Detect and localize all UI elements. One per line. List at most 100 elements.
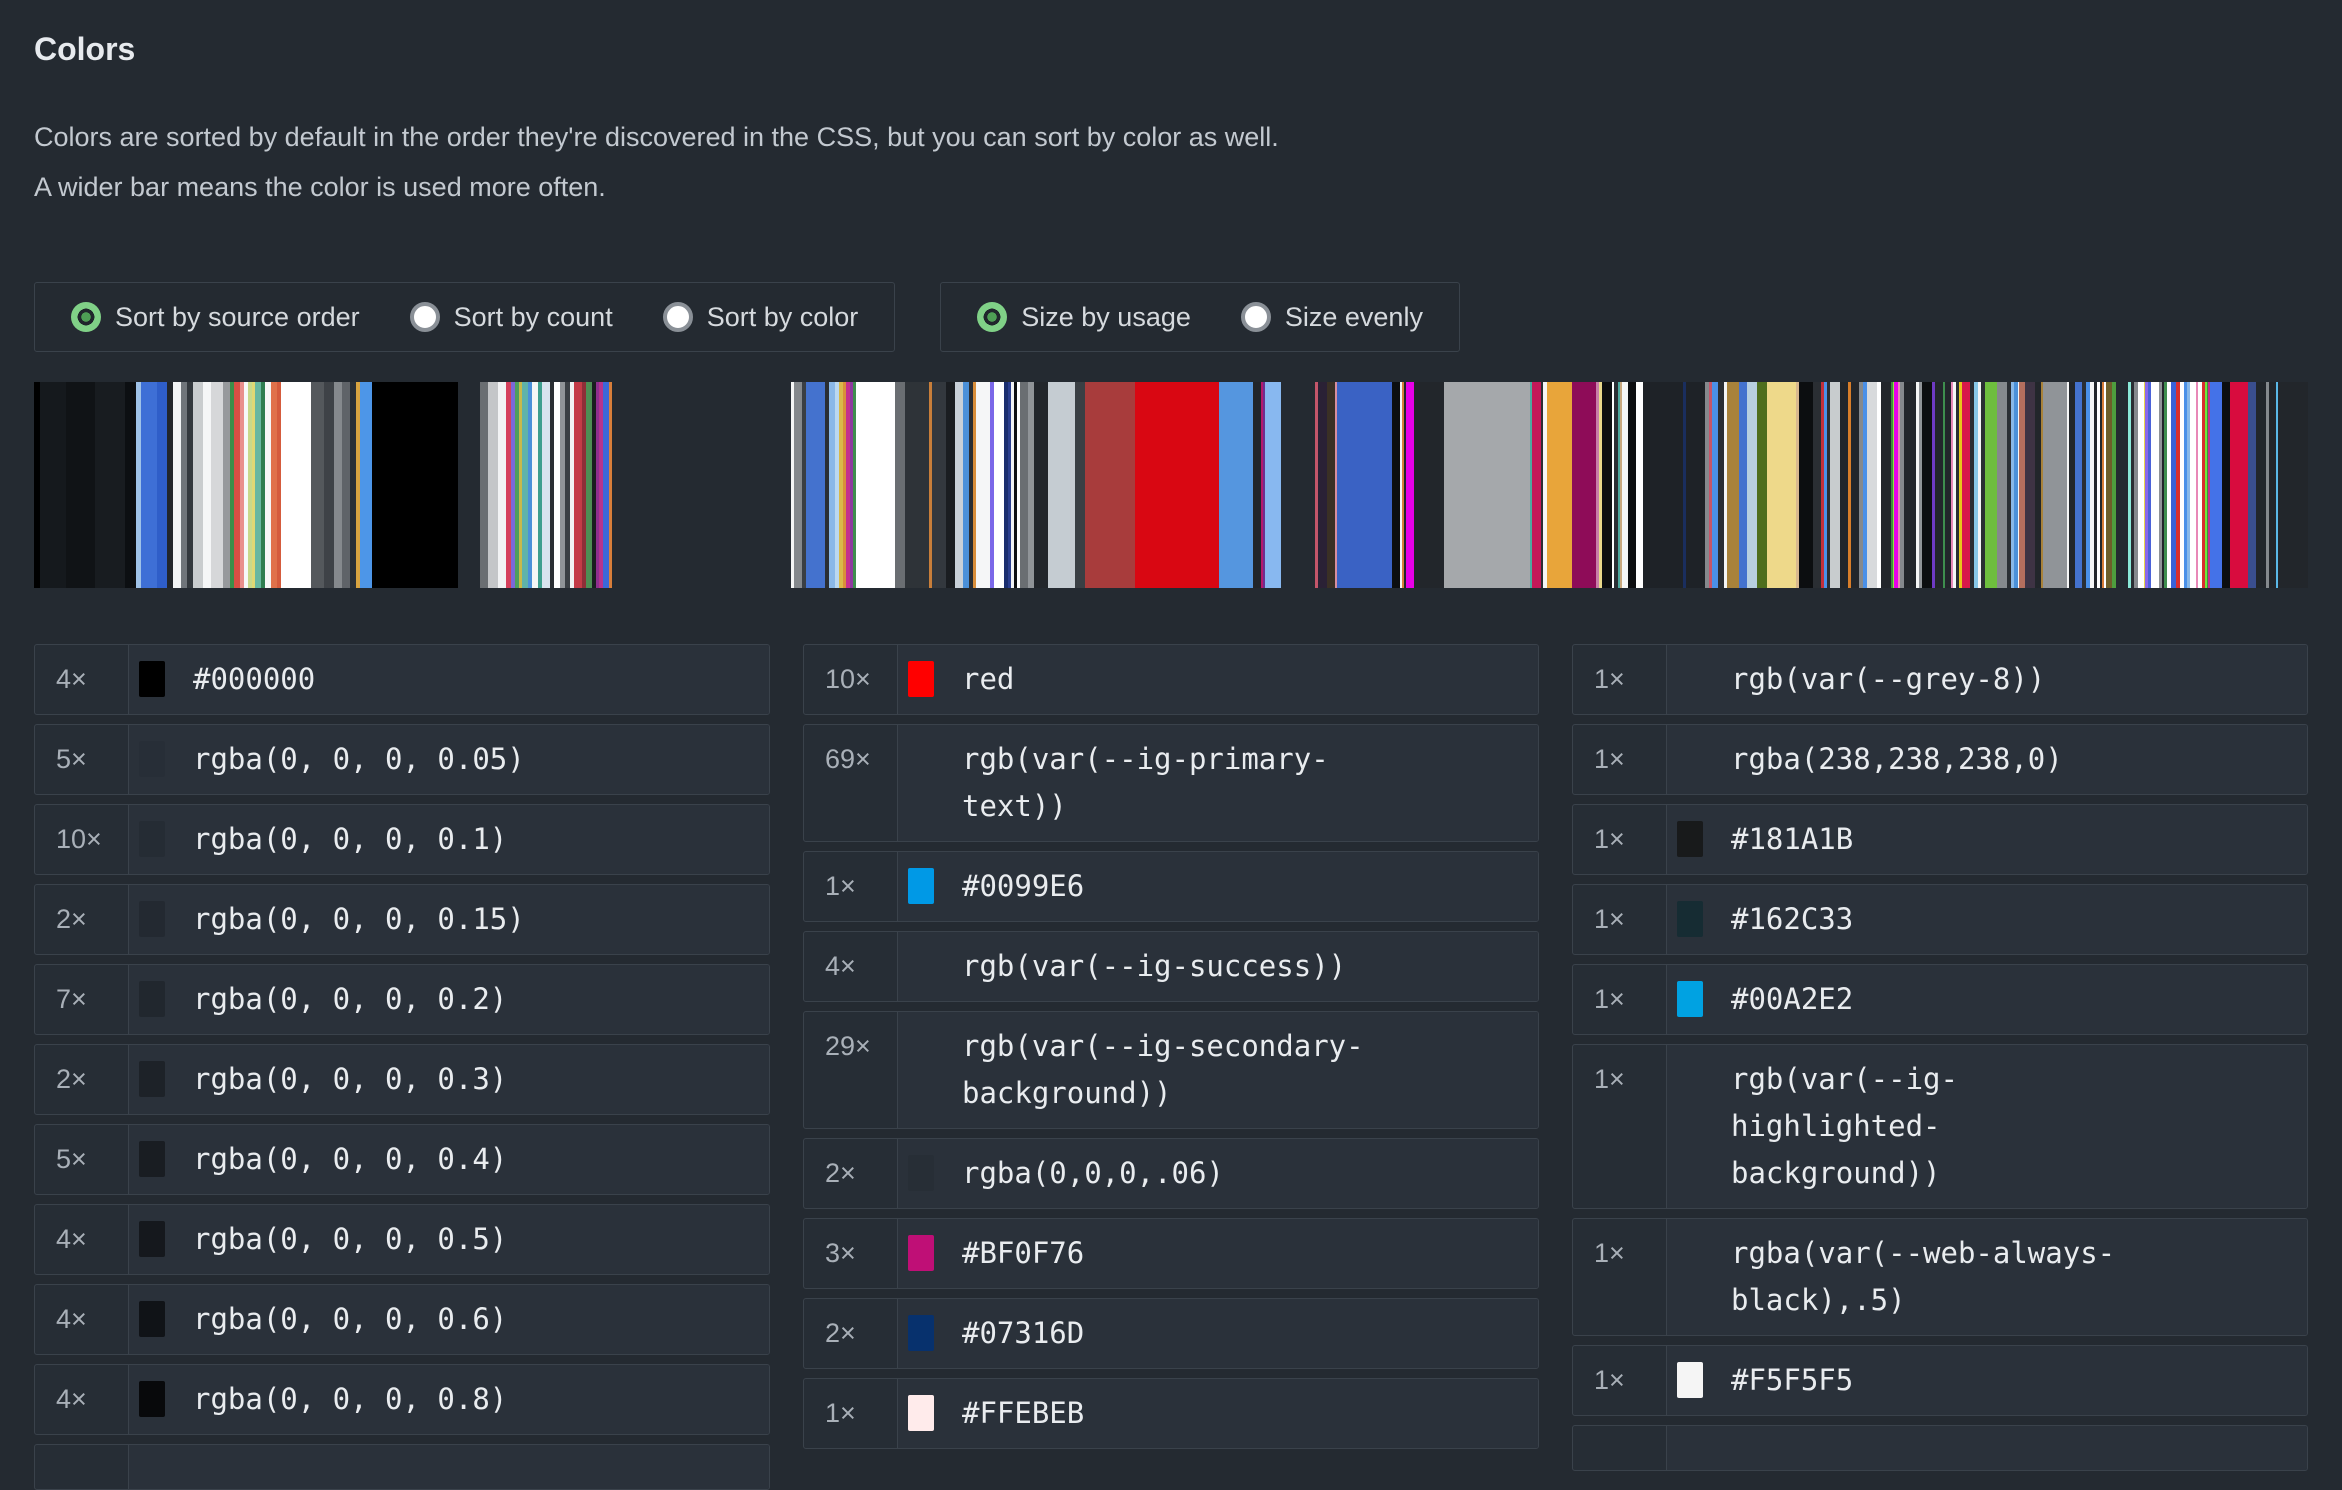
color-stripe — [2075, 382, 2083, 588]
color-value-cell: red — [898, 645, 1538, 714]
color-value: rgba(0, 0, 0, 0.05) — [193, 736, 605, 783]
radio-option-size-evenly[interactable]: Size evenly — [1241, 302, 1423, 333]
color-value-cell: rgba(0,0,0,.06) — [898, 1139, 1538, 1208]
radio-option-sort-by-color[interactable]: Sort by color — [663, 302, 859, 333]
color-value: #00A2E2 — [1731, 976, 2143, 1023]
color-count: 1× — [1573, 1219, 1667, 1335]
color-value: red — [962, 656, 1374, 703]
color-swatch — [139, 1141, 165, 1177]
color-value-cell: #FFEBEB — [898, 1379, 1538, 1448]
color-value-cell: rgba(0, 0, 0, 0.4) — [129, 1125, 769, 1194]
color-row: 1× #00A2E2 — [1572, 964, 2308, 1035]
color-stripe — [1547, 382, 1572, 588]
color-swatch — [908, 1315, 934, 1351]
color-swatch — [1677, 1362, 1703, 1398]
color-stripe — [1020, 382, 1028, 588]
color-count: 1× — [1573, 725, 1667, 794]
color-column-1: 4×#0000005×rgba(0, 0, 0, 0.05)10×rgba(0,… — [34, 644, 770, 1490]
color-stripe — [311, 382, 325, 588]
color-stripe — [1739, 382, 1747, 588]
color-row: 2×#07316D — [803, 1298, 1539, 1369]
color-stripe — [1532, 382, 1541, 588]
color-row: 5×rgba(0, 0, 0, 0.05) — [34, 724, 770, 795]
color-stripe — [1406, 382, 1414, 588]
color-stripe — [141, 382, 157, 588]
color-value: rgba(0,0,0,.06) — [962, 1150, 1374, 1197]
color-count: 1× — [1573, 965, 1667, 1034]
color-usage-bar — [34, 382, 2308, 588]
radio-selected-icon[interactable] — [977, 302, 1007, 332]
color-stripe — [1636, 382, 1644, 588]
color-stripe — [1253, 382, 1261, 588]
radio-option-label: Sort by source order — [115, 302, 360, 333]
radio-unselected-icon[interactable] — [410, 302, 440, 332]
color-stripe — [125, 382, 137, 588]
page-title: Colors — [34, 26, 2308, 72]
color-value-cell — [1667, 1426, 2307, 1470]
color-stripe — [1830, 382, 1840, 588]
controls-row: Sort by source order Sort by count Sort by… — [34, 282, 2308, 352]
color-row-partial — [34, 1444, 770, 1490]
color-value-cell: #07316D — [898, 1299, 1538, 1368]
radio-unselected-icon[interactable] — [663, 302, 693, 332]
color-count: 1× — [1573, 645, 1667, 714]
radio-option-sort-by-source-order[interactable]: Sort by source order — [71, 302, 360, 333]
color-value-cell: rgba(0, 0, 0, 0.2) — [129, 965, 769, 1034]
color-swatch — [1677, 741, 1703, 777]
color-value: rgb(var(--grey-8)) — [1731, 656, 2143, 703]
color-count — [1573, 1426, 1667, 1470]
color-column-3: 1×rgb(var(--grey-8))1×rgba(238,238,238,0… — [1572, 644, 2308, 1471]
color-stripe — [498, 382, 506, 588]
color-count: 4× — [35, 1205, 129, 1274]
color-count: 1× — [1573, 1045, 1667, 1208]
color-swatch — [908, 1155, 934, 1191]
color-stripe — [1867, 382, 1877, 588]
color-stripe — [932, 382, 946, 588]
color-value: rgba(0, 0, 0, 0.3) — [193, 1056, 605, 1103]
color-swatch — [908, 1028, 934, 1064]
color-value: rgba(0, 0, 0, 0.5) — [193, 1216, 605, 1263]
color-stripe — [360, 382, 372, 588]
color-stripe — [1767, 382, 1797, 588]
color-stripe — [1727, 382, 1739, 588]
color-row: 4×#000000 — [34, 644, 770, 715]
color-count: 2× — [804, 1139, 898, 1208]
color-stripe — [2210, 382, 2222, 588]
color-stripe — [193, 382, 203, 588]
color-row: 1×rgb(var(--ig-highlighted-background)) — [1572, 1044, 2308, 1209]
colors-page: Colors Colors are sorted by default in t… — [0, 0, 2342, 1490]
color-stripe — [542, 382, 550, 588]
sort-radio-group: Sort by source order Sort by count Sort by… — [34, 282, 895, 352]
color-swatch — [139, 1381, 165, 1417]
radio-option-sort-by-count[interactable]: Sort by count — [410, 302, 613, 333]
color-swatch — [139, 741, 165, 777]
color-stripe — [187, 382, 194, 588]
radio-option-label: Sort by color — [707, 302, 859, 333]
color-row: 2× rgba(0,0,0,.06) — [803, 1138, 1539, 1209]
color-stripe — [334, 382, 342, 588]
color-stripe — [1219, 382, 1252, 588]
color-row: 10× red — [803, 644, 1539, 715]
radio-selected-icon[interactable] — [71, 302, 101, 332]
radio-option-size-by-usage[interactable]: Size by usage — [977, 302, 1191, 333]
color-stripe — [1985, 382, 1997, 588]
radio-unselected-icon[interactable] — [1241, 302, 1271, 332]
color-count — [35, 1445, 129, 1489]
color-stripe — [1034, 382, 1048, 588]
color-count: 10× — [804, 645, 898, 714]
radio-option-label: Size evenly — [1285, 302, 1423, 333]
color-count: 1× — [804, 852, 898, 921]
color-row: 29×rgb(var(--ig-secondary-background)) — [803, 1011, 1539, 1129]
color-swatch — [139, 1221, 165, 1257]
color-value: rgba(0, 0, 0, 0.4) — [193, 1136, 605, 1183]
color-value-cell — [129, 1445, 769, 1489]
color-stripe — [1602, 382, 1612, 588]
color-count: 1× — [1573, 805, 1667, 874]
color-value-cell: rgb(var(--ig-highlighted-background)) — [1667, 1045, 2307, 1208]
color-stripe — [1265, 382, 1281, 588]
color-count: 1× — [804, 1379, 898, 1448]
color-stripe — [856, 382, 895, 588]
color-stripe — [1327, 382, 1335, 588]
radio-option-label: Size by usage — [1021, 302, 1191, 333]
color-list-grid: 4×#000000 5×rgba(0, 0, 0, 0.05) 10× rgba(0,… — [34, 644, 2308, 1490]
